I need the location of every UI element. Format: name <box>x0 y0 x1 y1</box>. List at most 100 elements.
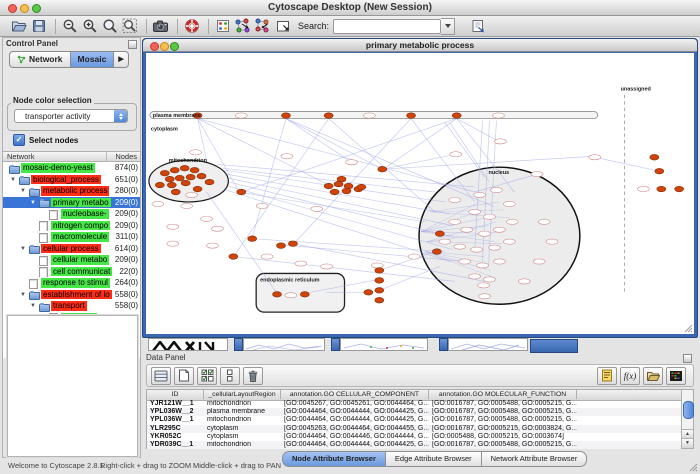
network-node[interactable] <box>375 297 384 303</box>
network-node[interactable] <box>375 288 384 294</box>
network-node[interactable] <box>180 165 189 171</box>
zoom-fit-icon[interactable] <box>101 18 118 35</box>
tree-item[interactable]: cellular metabo209(0) <box>3 254 140 266</box>
column-header[interactable]: _cellularLayoutRegion <box>204 390 281 399</box>
network-node[interactable] <box>256 203 268 208</box>
disclosure-triangle-icon[interactable]: ▼ <box>20 185 26 197</box>
network-node[interactable] <box>459 259 471 264</box>
save-session-icon[interactable] <box>30 18 47 35</box>
tab-overflow-arrow-icon[interactable]: ▶ <box>114 51 128 68</box>
network-node[interactable] <box>311 206 323 211</box>
close-view-icon[interactable] <box>150 42 159 51</box>
network-node[interactable] <box>248 236 257 242</box>
network-node[interactable] <box>375 268 384 274</box>
network-modify-icon-2[interactable] <box>254 18 271 35</box>
network-node[interactable] <box>342 188 351 194</box>
network-node[interactable] <box>469 274 481 279</box>
network-node[interactable] <box>167 224 179 229</box>
table-scrollbar[interactable]: ▲ ▼ <box>681 390 693 448</box>
network-node[interactable] <box>337 176 346 182</box>
network-node[interactable] <box>201 216 213 221</box>
vizmapper-icon[interactable] <box>214 18 231 35</box>
network-node[interactable] <box>324 183 333 189</box>
tree-item[interactable]: nitrogen compo209(0) <box>3 220 140 232</box>
network-node[interactable] <box>675 186 684 192</box>
network-node[interactable] <box>346 160 358 165</box>
network-node[interactable] <box>321 264 333 269</box>
tab-network-attribute-browser[interactable]: Network Attribute Browser <box>482 451 588 467</box>
network-node[interactable] <box>186 174 195 180</box>
network-node[interactable] <box>503 201 515 206</box>
table-row[interactable]: YDR039C__1mitochondrion[GO:0044464, GO:0… <box>147 441 681 449</box>
network-node[interactable] <box>160 170 169 176</box>
network-node[interactable] <box>364 290 373 296</box>
network-edge[interactable] <box>286 119 382 170</box>
network-edge[interactable] <box>595 157 660 171</box>
reindex-network-icon[interactable] <box>469 18 486 35</box>
network-edge[interactable] <box>226 190 449 261</box>
network-node[interactable] <box>170 167 179 173</box>
network-node[interactable] <box>484 277 496 282</box>
network-node[interactable] <box>288 241 297 247</box>
network-node[interactable] <box>152 201 164 206</box>
network-node[interactable] <box>450 152 462 157</box>
network-node[interactable] <box>474 192 486 197</box>
scroll-down-icon[interactable]: ▼ <box>682 438 693 448</box>
minimized-window-title-stub[interactable] <box>530 339 578 353</box>
tree-item[interactable]: ▼biological_process651(0) <box>3 174 140 186</box>
network-node[interactable] <box>261 254 273 259</box>
network-node[interactable] <box>190 167 199 173</box>
birds-eye-view[interactable] <box>7 315 138 457</box>
delete-attribute-icon[interactable] <box>243 367 263 385</box>
network-node[interactable] <box>533 259 545 264</box>
network-node[interactable] <box>181 180 190 186</box>
attribute-matrix-icon[interactable] <box>666 367 686 385</box>
zoom-in-icon[interactable] <box>81 18 98 35</box>
network-node[interactable] <box>477 263 489 268</box>
network-edge[interactable] <box>228 186 452 250</box>
network-node[interactable] <box>449 219 461 224</box>
disclosure-triangle-icon[interactable]: ▼ <box>20 243 26 255</box>
disclosure-triangle-icon[interactable]: ▼ <box>30 300 36 312</box>
network-edge[interactable] <box>286 119 495 207</box>
minimized-window-thumbnail[interactable] <box>243 338 325 351</box>
select-nodes-checkbox[interactable]: ✓ <box>13 134 25 146</box>
network-node[interactable] <box>324 113 333 119</box>
table-row[interactable]: YKR052Ccytoplasm[GO:0044464, GO:0044446,… <box>147 433 681 441</box>
tree-item[interactable]: response to stimul264(0) <box>3 277 140 289</box>
network-node[interactable] <box>489 245 501 250</box>
table-row[interactable]: YLR295Ccytoplasm[GO:0045263, GO:0044464,… <box>147 425 681 433</box>
minimize-view-icon[interactable] <box>160 42 169 51</box>
zoom-view-icon[interactable] <box>170 42 179 51</box>
search-input[interactable] <box>333 19 441 34</box>
zoom-window-icon[interactable] <box>32 4 41 13</box>
network-node[interactable] <box>484 214 496 219</box>
disclosure-triangle-icon[interactable]: ▼ <box>10 174 16 186</box>
minimized-window-thumbnail[interactable] <box>448 338 528 351</box>
network-node[interactable] <box>637 186 649 191</box>
node-color-dropdown[interactable]: transporter activity <box>14 109 128 123</box>
annotation-icon[interactable] <box>274 18 291 35</box>
network-node[interactable] <box>235 113 247 118</box>
tab-edge-attribute-browser[interactable]: Edge Attribute Browser <box>386 451 482 467</box>
snapshot-icon[interactable] <box>152 18 169 35</box>
network-edge[interactable] <box>244 193 425 222</box>
tab-network[interactable]: Network <box>9 51 71 68</box>
network-node[interactable] <box>197 173 206 179</box>
tree-item[interactable]: macromolecule311(0) <box>3 231 140 243</box>
import-attributes-icon[interactable] <box>643 367 663 385</box>
tree-item[interactable]: mosaic-demo-yeast874(0) <box>3 162 140 174</box>
search-dropdown-icon[interactable] <box>441 18 455 35</box>
tab-mosaic[interactable]: Mosaic <box>71 51 115 68</box>
select-attributes-icon[interactable] <box>197 367 217 385</box>
network-node[interactable] <box>439 239 451 244</box>
column-header[interactable]: ID <box>147 390 204 399</box>
scrollbar-thumb[interactable] <box>683 401 694 419</box>
network-node[interactable] <box>435 231 444 237</box>
network-node[interactable] <box>357 184 366 190</box>
network-node[interactable] <box>378 166 387 172</box>
network-node[interactable] <box>237 189 246 195</box>
network-node[interactable] <box>205 179 214 185</box>
network-node[interactable] <box>492 113 504 118</box>
network-node[interactable] <box>273 292 282 298</box>
